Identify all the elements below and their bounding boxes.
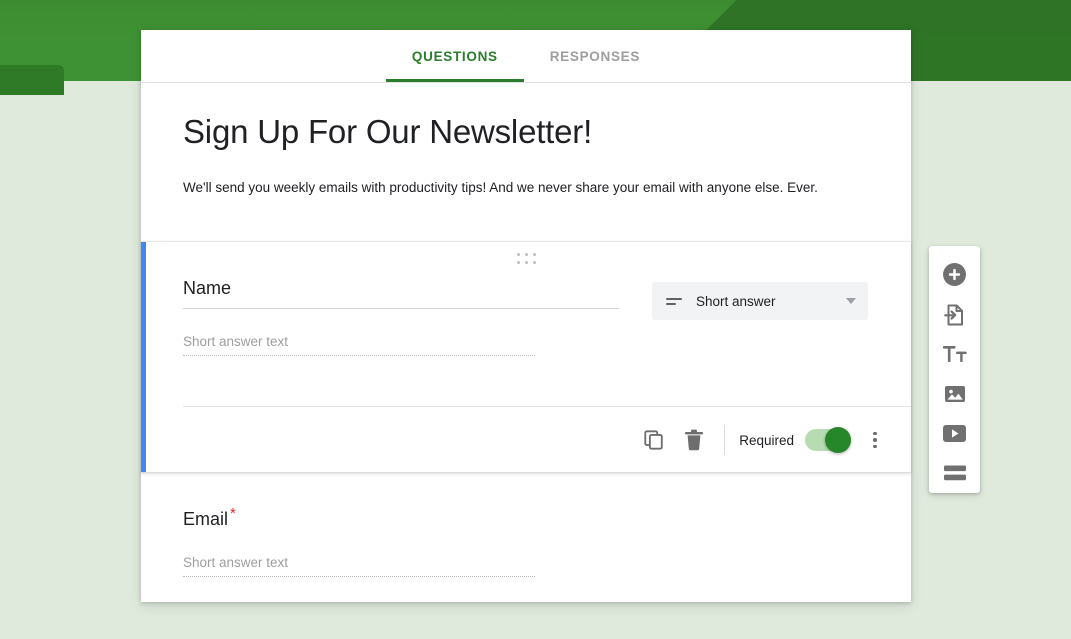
add-question-button[interactable]: [935, 255, 975, 295]
add-image-button[interactable]: [935, 374, 975, 414]
question-answer-preview: Short answer text: [183, 334, 535, 356]
question-title-input[interactable]: Name: [183, 278, 619, 309]
import-questions-button[interactable]: [935, 295, 975, 335]
add-item-toolbar: [929, 246, 980, 493]
toolbar-divider: [724, 425, 726, 455]
tab-responses[interactable]: RESPONSES: [524, 30, 666, 82]
header-left-tab-shape: [0, 65, 64, 95]
short-answer-icon: [666, 295, 684, 307]
required-asterisk: *: [230, 505, 236, 522]
form-header-block: Sign Up For Our Newsletter! We'll send y…: [141, 83, 911, 224]
question-title-email: Email *: [183, 505, 869, 530]
tab-questions-label: QUESTIONS: [411, 48, 498, 64]
form-editor-sheet: QUESTIONS RESPONSES Sign Up For Our News…: [141, 30, 911, 602]
question-type-select[interactable]: Short answer: [652, 282, 868, 320]
chevron-down-icon: [846, 298, 856, 304]
question-body: Name Short answer text Short answer: [141, 242, 911, 356]
section-split-icon: [943, 464, 967, 482]
question-title-email-text: Email: [183, 509, 229, 529]
form-title[interactable]: Sign Up For Our Newsletter!: [183, 113, 869, 151]
add-video-button[interactable]: [935, 414, 975, 454]
question-type-value: Short answer: [696, 293, 776, 309]
duplicate-icon: [643, 429, 665, 451]
question-left-column: Name Short answer text: [183, 278, 619, 356]
tab-questions[interactable]: QUESTIONS: [385, 30, 524, 82]
required-toggle[interactable]: [805, 427, 851, 453]
add-title-description-button[interactable]: [935, 334, 975, 374]
question-answer-preview-email: Short answer text: [183, 555, 535, 577]
question-card-active[interactable]: Name Short answer text Short answer Requ…: [141, 241, 911, 473]
image-icon: [943, 382, 967, 406]
question-footer-toolbar: Required: [141, 407, 911, 473]
trash-icon: [684, 429, 704, 451]
required-toggle-knob: [825, 427, 851, 453]
tab-responses-label: RESPONSES: [549, 48, 641, 64]
duplicate-question-button[interactable]: [634, 420, 674, 460]
import-document-icon: [943, 303, 967, 327]
add-section-button[interactable]: [935, 453, 975, 493]
delete-question-button[interactable]: [674, 420, 714, 460]
editor-tabs: QUESTIONS RESPONSES: [141, 30, 911, 83]
question-card-email[interactable]: Email * Short answer text: [141, 474, 911, 577]
required-label: Required: [739, 432, 794, 448]
form-description[interactable]: We'll send you weekly emails with produc…: [183, 179, 869, 198]
video-play-icon: [942, 424, 967, 443]
title-text-icon: [942, 343, 968, 365]
plus-circle-icon: [942, 262, 967, 287]
question-more-options-button[interactable]: [861, 420, 889, 460]
